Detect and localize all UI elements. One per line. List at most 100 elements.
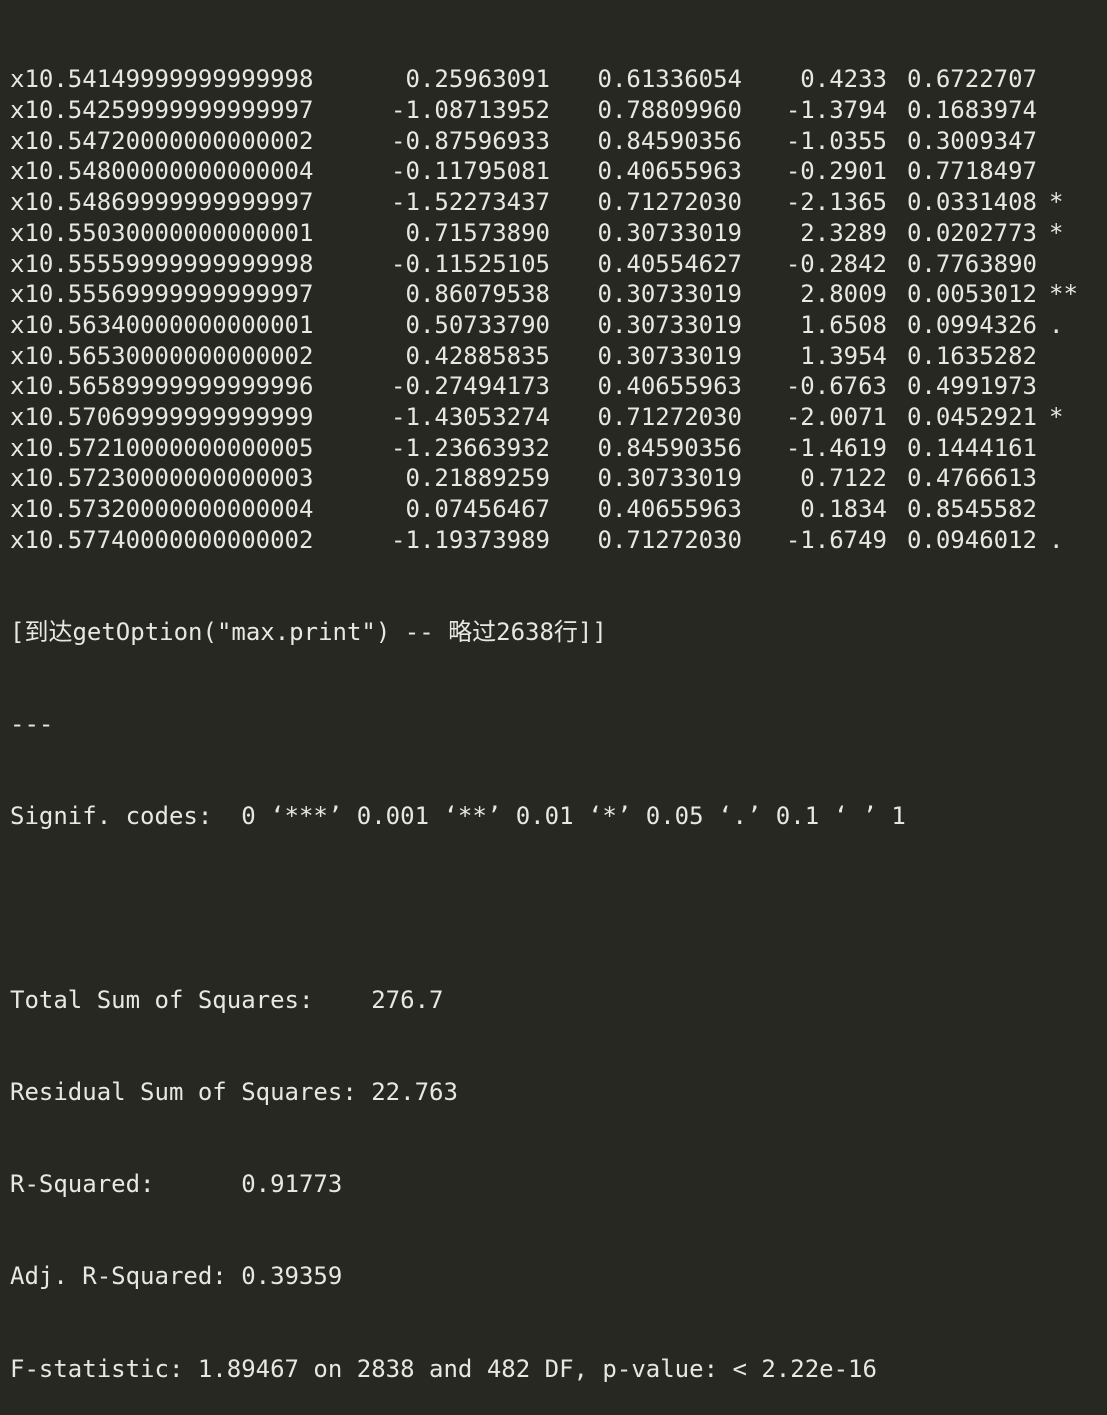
coef-name: x10.55569999999999997 — [10, 280, 314, 309]
coef-estimate: -1.43053274 — [391, 402, 550, 431]
coef-p-value: 0.0946012 — [906, 525, 1037, 554]
coefficient-row: x10.57740000000000002 -1.19373989 0.712720… — [10, 525, 1107, 556]
coef-name: x10.57230000000000003 — [10, 464, 314, 493]
coef-std-error: 0.30733019 — [597, 218, 743, 247]
coef-estimate: 0.42885835 — [405, 341, 551, 370]
coef-p-value: 0.6722707 — [906, 65, 1037, 94]
coef-name: x10.57210000000000005 — [10, 433, 314, 462]
coef-std-error: 0.78809960 — [597, 96, 743, 125]
coef-std-error: 0.71272030 — [597, 402, 743, 431]
coef-t-value: 2.3289 — [800, 218, 887, 247]
adj-r-squared: Adj. R-Squared: 0.39359 — [10, 1262, 343, 1291]
coef-std-error: 0.30733019 — [597, 341, 743, 370]
coef-name: x10.54869999999999997 — [10, 188, 314, 217]
coef-signif-stars: . — [1049, 310, 1064, 339]
residual-sum-of-squares: Residual Sum of Squares: 22.763 — [10, 1078, 458, 1107]
coef-signif-stars: * — [1049, 218, 1064, 247]
coef-t-value: -0.6763 — [785, 372, 887, 401]
coef-std-error: 0.30733019 — [597, 280, 743, 309]
coef-estimate: 0.25963091 — [405, 65, 551, 94]
coef-p-value: 0.3009347 — [906, 126, 1037, 155]
coef-name: x10.57069999999999999 — [10, 402, 314, 431]
coef-std-error: 0.84590356 — [597, 433, 743, 462]
coef-signif-stars: * — [1049, 188, 1064, 217]
coef-std-error: 0.61336054 — [597, 65, 743, 94]
coefficient-row: x10.55569999999999997 0.86079538 0.3073301… — [10, 279, 1107, 310]
coef-t-value: -1.4619 — [785, 433, 887, 462]
coef-name: x10.56589999999999996 — [10, 372, 314, 401]
coef-t-value: -0.2842 — [785, 249, 887, 278]
separator-line: --- — [10, 709, 54, 738]
coef-p-value: 0.1635282 — [906, 341, 1037, 370]
coefficient-row: x10.55030000000000001 0.71573890 0.3073301… — [10, 218, 1107, 249]
coef-t-value: -1.0355 — [785, 126, 887, 155]
coef-estimate: -0.11795081 — [391, 157, 550, 186]
coef-std-error: 0.30733019 — [597, 464, 743, 493]
coef-p-value: 0.8545582 — [906, 495, 1037, 524]
coef-estimate: -1.52273437 — [391, 188, 550, 217]
coefficient-table: x10.54149999999999998 0.25963091 0.6133605… — [10, 64, 1107, 555]
coefficient-row: x10.56530000000000002 0.42885835 0.3073301… — [10, 341, 1107, 372]
coefficient-row: x10.54259999999999997 -1.08713952 0.788099… — [10, 95, 1107, 126]
coefficient-row: x10.57320000000000004 0.07456467 0.4065596… — [10, 494, 1107, 525]
coef-p-value: 0.1444161 — [906, 433, 1037, 462]
coef-p-value: 0.4991973 — [906, 372, 1037, 401]
total-sum-of-squares: Total Sum of Squares: 276.7 — [10, 986, 444, 1015]
coef-t-value: 1.3954 — [800, 341, 887, 370]
coef-p-value: 0.7718497 — [906, 157, 1037, 186]
coef-std-error: 0.40655963 — [597, 495, 743, 524]
coefficient-row: x10.54149999999999998 0.25963091 0.6133605… — [10, 64, 1107, 95]
coef-estimate: 0.50733790 — [405, 310, 551, 339]
coef-std-error: 0.30733019 — [597, 310, 743, 339]
coef-name: x10.55559999999999998 — [10, 249, 314, 278]
coef-signif-stars: . — [1049, 525, 1064, 554]
coefficient-row: x10.57230000000000003 0.21889259 0.3073301… — [10, 463, 1107, 494]
coef-signif-stars: * — [1049, 402, 1064, 431]
coef-t-value: 1.6508 — [800, 310, 887, 339]
r-console-output: x10.54149999999999998 0.25963091 0.6133605… — [0, 0, 1107, 1383]
coef-t-value: 0.7122 — [800, 464, 887, 493]
coef-t-value: 0.4233 — [800, 65, 887, 94]
coef-p-value: 0.1683974 — [906, 96, 1037, 125]
coef-name: x10.55030000000000001 — [10, 218, 314, 247]
coef-p-value: 0.7763890 — [906, 249, 1037, 278]
coef-name: x10.56340000000000001 — [10, 310, 314, 339]
coefficient-row: x10.55559999999999998 -0.11525105 0.405546… — [10, 249, 1107, 280]
coef-name: x10.57740000000000002 — [10, 525, 314, 554]
coef-estimate: -1.23663932 — [391, 433, 550, 462]
coef-estimate: -1.19373989 — [391, 525, 550, 554]
coef-estimate: -0.27494173 — [391, 372, 550, 401]
coefficient-row: x10.54720000000000002 -0.87596933 0.845903… — [10, 126, 1107, 157]
coef-estimate: 0.86079538 — [405, 280, 551, 309]
coef-t-value: -0.2901 — [785, 157, 887, 186]
coefficient-row: x10.54800000000000004 -0.11795081 0.406559… — [10, 156, 1107, 187]
coef-name: x10.54800000000000004 — [10, 157, 314, 186]
truncation-notice: [到达getOption("max.print") -- 略过2638行]] — [10, 617, 607, 646]
coef-name: x10.54720000000000002 — [10, 126, 314, 155]
coef-name: x10.54259999999999997 — [10, 96, 314, 125]
coef-name: x10.54149999999999998 — [10, 65, 314, 94]
coef-p-value: 0.0053012 — [906, 280, 1037, 309]
r-squared: R-Squared: 0.91773 — [10, 1170, 343, 1199]
coefficient-row: x10.57210000000000005 -1.23663932 0.845903… — [10, 433, 1107, 464]
coef-p-value: 0.0202773 — [906, 218, 1037, 247]
coef-std-error: 0.71272030 — [597, 525, 743, 554]
coefficient-row: x10.54869999999999997 -1.52273437 0.712720… — [10, 187, 1107, 218]
coef-name: x10.57320000000000004 — [10, 495, 314, 524]
coef-std-error: 0.84590356 — [597, 126, 743, 155]
signif-codes-legend: Signif. codes: 0 ‘***’ 0.001 ‘**’ 0.01 ‘… — [10, 802, 906, 830]
coef-signif-stars: ** — [1049, 280, 1078, 309]
coef-std-error: 0.40554627 — [597, 249, 743, 278]
coef-p-value: 0.0994326 — [906, 310, 1037, 339]
coef-std-error: 0.40655963 — [597, 157, 743, 186]
coef-estimate: -0.11525105 — [391, 249, 550, 278]
coef-std-error: 0.40655963 — [597, 372, 743, 401]
coef-p-value: 0.0452921 — [906, 402, 1037, 431]
coefficient-row: x10.56340000000000001 0.50733790 0.3073301… — [10, 310, 1107, 341]
coef-p-value: 0.0331408 — [906, 188, 1037, 217]
coef-p-value: 0.4766613 — [906, 464, 1037, 493]
coef-estimate: -0.87596933 — [391, 126, 550, 155]
coefficient-row: x10.56589999999999996 -0.27494173 0.406559… — [10, 371, 1107, 402]
coef-t-value: -1.6749 — [785, 525, 887, 554]
